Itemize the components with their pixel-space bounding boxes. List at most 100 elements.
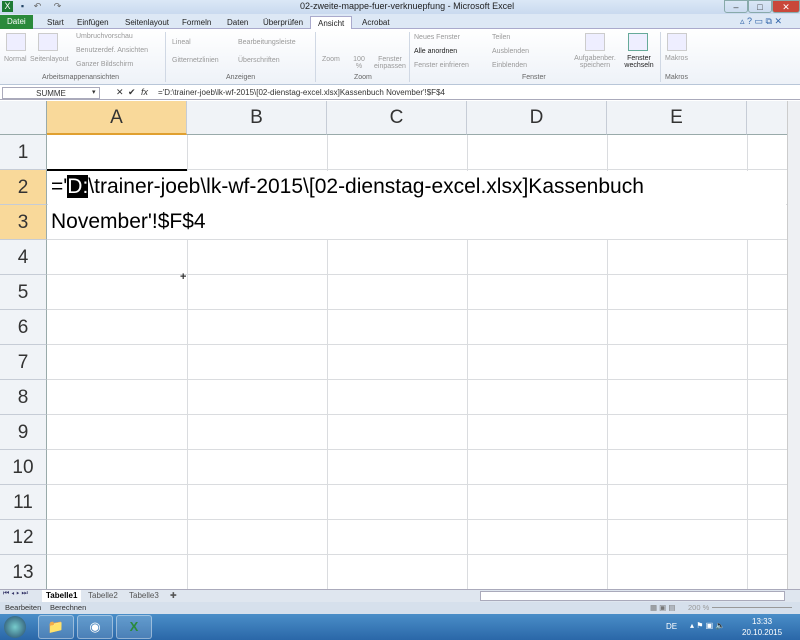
tab-acrobat[interactable]: Acrobat (355, 16, 397, 29)
view-buttons[interactable]: ▦ ▣ ▤ (650, 602, 675, 614)
tray-icons[interactable]: ▴ ⚑ ▣ 🔈 (690, 621, 725, 630)
page-break-preview-button[interactable]: Umbruchvorschau (76, 33, 133, 40)
formula-input[interactable]: ='D:\trainer-joeb\lk-wf-2015\[02-diensta… (158, 87, 445, 98)
divider (660, 32, 661, 82)
excel-taskbar-icon[interactable]: X (116, 615, 152, 639)
minimize-button[interactable]: – (724, 0, 748, 13)
zoom-slider[interactable] (712, 607, 792, 608)
tab-start[interactable]: Start (40, 16, 71, 29)
select-all-button[interactable] (0, 101, 47, 135)
row-header-1[interactable]: 1 (0, 135, 47, 170)
normal-view-button[interactable]: Normal (4, 56, 27, 63)
zoom-level[interactable]: 200 % (688, 602, 709, 614)
name-box[interactable]: SUMME (2, 87, 100, 99)
tab-ansicht[interactable]: Ansicht (310, 16, 353, 29)
explorer-icon[interactable]: 📁 (38, 615, 74, 639)
row-header-2[interactable]: 2 (0, 170, 47, 205)
gridline (47, 344, 787, 345)
formula-text: \trainer-joeb\lk-wf-2015\[02-dienstag-ex… (88, 175, 644, 198)
full-screen-button[interactable]: Ganzer Bildschirm (76, 61, 133, 68)
macros-button[interactable]: Makros (665, 55, 688, 62)
unhide-button[interactable]: Einblenden (492, 62, 527, 69)
tab-ueberpruefen[interactable]: Überprüfen (256, 16, 310, 29)
row-header-13[interactable]: 13 (0, 555, 47, 589)
spreadsheet-grid[interactable]: A B C D E ='D:\trainer-joeb\lk-wf-2015\[… (0, 101, 787, 589)
group-label: Fenster (522, 74, 546, 81)
row-header-7[interactable]: 7 (0, 345, 47, 380)
tab-seitenlayout[interactable]: Seitenlayout (118, 16, 176, 29)
sheet-navigation-icon[interactable]: ⏮ ◂ ▸ ⏭ (3, 590, 28, 598)
start-button[interactable] (4, 616, 26, 638)
help-icon[interactable]: ▵ ? ▭ ⧉ ✕ (740, 16, 782, 27)
arrange-all-button[interactable]: Alle anordnen (414, 48, 457, 55)
hide-button[interactable]: Ausblenden (492, 48, 529, 55)
gridlines-checkbox[interactable]: Gitternetzlinien (172, 57, 219, 64)
selected-text: D: (67, 175, 89, 198)
row-header-5[interactable]: 5 (0, 275, 47, 310)
column-header-b[interactable]: B (187, 101, 327, 135)
column-header-d[interactable]: D (467, 101, 607, 135)
undo-icon[interactable]: ↶ (32, 1, 43, 12)
clock-date[interactable]: 20.10.2015 (742, 628, 782, 637)
row-header-9[interactable]: 9 (0, 415, 47, 450)
freeze-panes-button[interactable]: Fenster einfrieren (414, 62, 469, 69)
cell-edit-line-2[interactable]: November'!$F$4 (51, 210, 206, 234)
tab-einfuegen[interactable]: Einfügen (70, 16, 116, 29)
language-indicator[interactable]: DE (666, 622, 677, 631)
firefox-icon[interactable]: ◉ (77, 615, 113, 639)
insert-function-icon[interactable]: fx (141, 87, 148, 97)
gridline (47, 309, 787, 310)
custom-views-button[interactable]: Benutzerdef. Ansichten (76, 47, 148, 54)
tab-daten[interactable]: Daten (220, 16, 255, 29)
row-header-10[interactable]: 10 (0, 450, 47, 485)
formula-bar-checkbox[interactable]: Bearbeitungsleiste (238, 39, 296, 46)
tab-datei[interactable]: Datei (0, 15, 33, 29)
excel-logo-icon: X (2, 1, 13, 12)
group-label: Anzeigen (226, 74, 256, 81)
row-header-8[interactable]: 8 (0, 380, 47, 415)
sheet-tab-tabelle2[interactable]: Tabelle2 (84, 590, 122, 602)
chevron-down-icon[interactable]: ▾ (92, 88, 96, 96)
window-title: 02-zweite-mappe-fuer-verknuepfung - Micr… (300, 1, 515, 11)
headings-checkbox[interactable]: Überschriften (238, 57, 280, 64)
row-header-3[interactable]: 3 (0, 205, 47, 240)
new-window-button[interactable]: Neues Fenster (414, 34, 460, 41)
switch-windows-icon (628, 33, 648, 51)
macros-icon (667, 33, 687, 51)
horizontal-scrollbar[interactable] (480, 591, 785, 601)
column-header-e[interactable]: E (607, 101, 747, 135)
sheet-tab-bar: ⏮ ◂ ▸ ⏭ Tabelle1 Tabelle2 Tabelle3 ✚ (0, 589, 800, 602)
zoom-button[interactable]: Zoom (322, 56, 340, 63)
insert-sheet-icon[interactable]: ✚ (166, 590, 181, 602)
redo-icon[interactable]: ↷ (52, 1, 63, 12)
status-calc: Berechnen (50, 603, 87, 612)
column-header-c[interactable]: C (327, 101, 467, 135)
group-label: Arbeitsmappenansichten (42, 74, 120, 81)
sheet-tab-tabelle1[interactable]: Tabelle1 (42, 590, 82, 602)
save-icon[interactable]: ▪ (17, 1, 28, 12)
maximize-button[interactable]: □ (748, 0, 772, 13)
ribbon-tabs: Datei Start Einfügen Seitenlayout Formel… (0, 14, 800, 29)
row-header-12[interactable]: 12 (0, 520, 47, 555)
row-header-4[interactable]: 4 (0, 240, 47, 275)
close-button[interactable]: ✕ (772, 0, 800, 13)
enter-icon[interactable]: ✔ (128, 87, 136, 98)
row-header-6[interactable]: 6 (0, 310, 47, 345)
page-layout-button[interactable]: Seitenlayout (30, 56, 69, 63)
split-button[interactable]: Teilen (492, 34, 510, 41)
column-header-f[interactable] (747, 101, 787, 135)
row-header-11[interactable]: 11 (0, 485, 47, 520)
tab-formeln[interactable]: Formeln (175, 16, 218, 29)
zoom-100-button[interactable]: 100 % (352, 56, 366, 70)
save-workspace-button[interactable]: Aufgabenber. speichern (570, 55, 620, 69)
sheet-tab-tabelle3[interactable]: Tabelle3 (125, 590, 163, 602)
switch-windows-button[interactable]: Fenster wechseln (620, 55, 658, 69)
zoom-selection-button[interactable]: Fenster einpassen (372, 56, 408, 70)
vertical-scrollbar[interactable] (787, 101, 800, 589)
gridline (47, 484, 787, 485)
column-header-a[interactable]: A (47, 101, 187, 135)
cell-edit-line-1[interactable]: ='D:\trainer-joeb\lk-wf-2015\[02-diensta… (51, 175, 644, 199)
cancel-icon[interactable]: ✕ (116, 87, 124, 98)
ruler-checkbox[interactable]: Lineal (172, 39, 191, 46)
clock-time[interactable]: 13:33 (752, 617, 772, 626)
